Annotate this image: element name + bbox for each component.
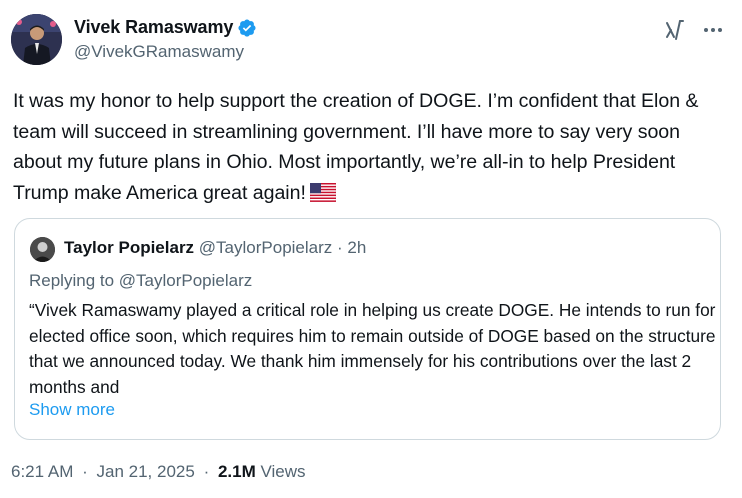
tweet-text: It was my honor to help support the crea…	[13, 90, 699, 204]
author-handle[interactable]: @VivekGRamaswamy	[74, 42, 244, 62]
views-count[interactable]: 2.1M	[218, 462, 256, 481]
us-flag-icon	[309, 181, 337, 212]
author-name-row: Vivek Ramaswamy	[74, 17, 257, 38]
quoted-timestamp[interactable]: 2h	[347, 238, 366, 257]
quoted-display-name[interactable]: Taylor Popielarz	[64, 238, 194, 257]
quoted-handle[interactable]: @TaylorPopielarz	[199, 238, 332, 257]
tweet-header: Vivek Ramaswamy @VivekGRamaswamy	[11, 14, 731, 66]
quoted-header: Taylor Popielarz @TaylorPopielarz · 2h	[64, 237, 366, 259]
author-display-name[interactable]: Vivek Ramaswamy	[74, 17, 233, 38]
quoted-text: “Vivek Ramaswamy played a critical role …	[29, 300, 716, 397]
quoted-replying-to: Replying to @TaylorPopielarz	[29, 271, 253, 290]
more-options-icon[interactable]	[701, 18, 725, 42]
grok-icon[interactable]	[663, 18, 687, 42]
views-label: Views	[260, 462, 306, 481]
quoted-tweet-card[interactable]: Taylor Popielarz @TaylorPopielarz · 2h R…	[14, 218, 721, 440]
tweet-time[interactable]: 6:21 AM	[11, 462, 73, 481]
quoted-author-avatar[interactable]	[30, 237, 55, 262]
quoted-separator: ·	[337, 238, 343, 257]
tweet-body: It was my honor to help support the crea…	[13, 86, 733, 211]
tweet-meta: 6:21 AM · Jan 21, 2025 · 2.1M Views	[11, 462, 306, 482]
tweet-date[interactable]: Jan 21, 2025	[97, 462, 195, 481]
verified-badge-icon	[237, 18, 257, 38]
show-more-link[interactable]: Show more	[29, 400, 115, 420]
meta-separator: ·	[82, 462, 88, 481]
meta-separator: ·	[203, 462, 210, 481]
author-avatar[interactable]	[11, 14, 62, 65]
